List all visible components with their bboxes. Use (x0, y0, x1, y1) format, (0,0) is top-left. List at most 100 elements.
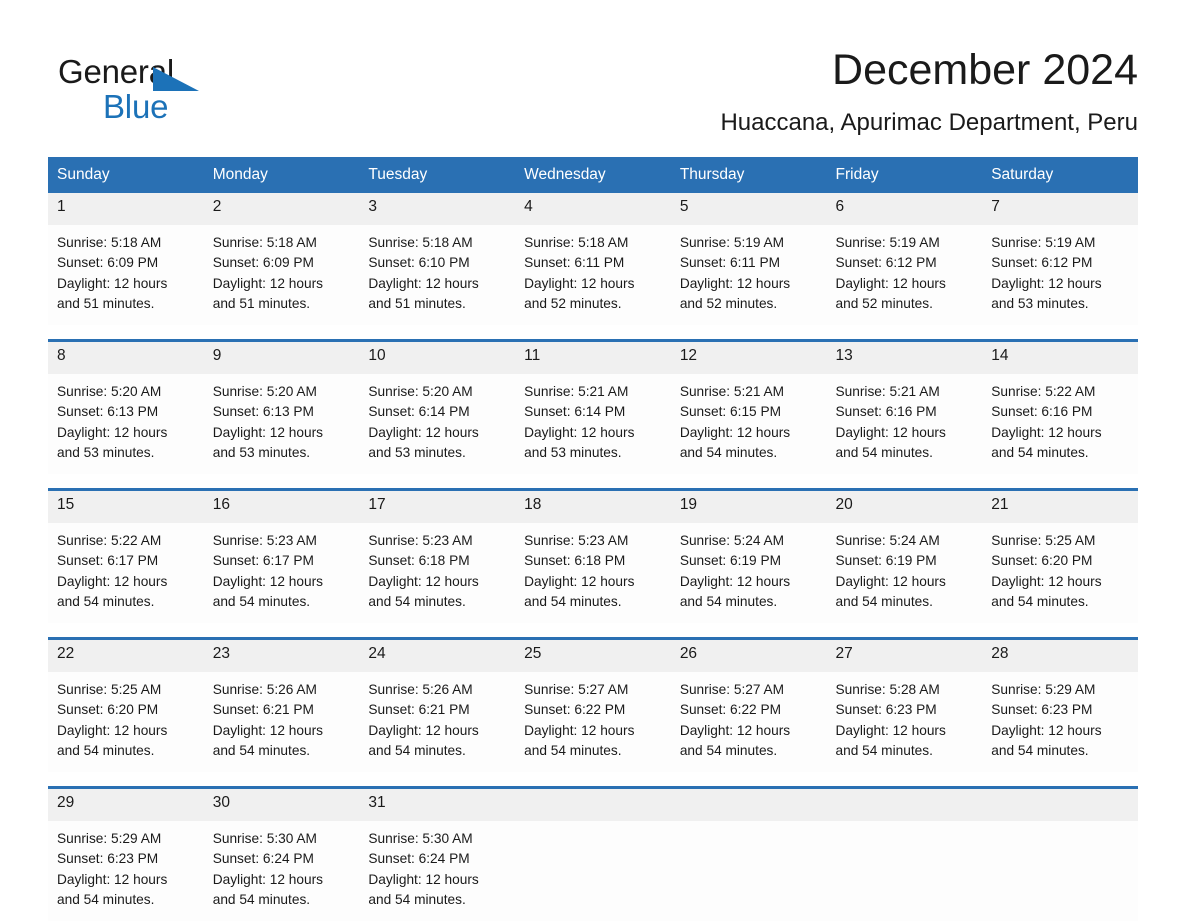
day-number-cell[interactable]: 5 (670, 193, 827, 225)
day-number-cell[interactable]: 24 (359, 640, 516, 672)
day-number-cell[interactable]: 15 (48, 491, 204, 523)
day-info-cell[interactable]: Sunrise: 5:24 AM Sunset: 6:19 PM Daylight:… (826, 523, 983, 623)
day-number-cell[interactable]: 26 (670, 640, 827, 672)
day-sunset-text: Sunset: 6:23 PM (835, 702, 937, 718)
day-info-cell[interactable]: Sunrise: 5:20 AM Sunset: 6:13 PM Daylight:… (48, 374, 204, 474)
day-number-cell[interactable]: 8 (48, 342, 204, 374)
day-info-cell[interactable]: Sunrise: 5:20 AM Sunset: 6:13 PM Daylight:… (203, 374, 360, 474)
day-info-cell[interactable]: Sunrise: 5:28 AM Sunset: 6:23 PM Daylight:… (826, 672, 983, 772)
day-info-cell[interactable]: Sunrise: 5:18 AM Sunset: 6:11 PM Daylight:… (515, 225, 671, 325)
day-daylight-text: and 54 minutes. (368, 742, 466, 758)
day-daylight-text: Daylight: 12 hours (368, 722, 479, 738)
day-sunrise-text: Sunrise: 5:22 AM (57, 533, 162, 548)
day-info-cell[interactable]: Sunrise: 5:19 AM Sunset: 6:12 PM Daylight:… (826, 225, 983, 325)
day-number-cell[interactable]: 6 (826, 193, 983, 225)
day-number-cell[interactable]: 4 (515, 193, 671, 225)
day-number-cell[interactable]: 28 (982, 640, 1138, 672)
day-daylight-text: and 54 minutes. (991, 444, 1089, 460)
day-info-cell[interactable]: Sunrise: 5:23 AM Sunset: 6:17 PM Daylight:… (203, 523, 360, 623)
day-number-cell[interactable]: 2 (203, 193, 360, 225)
day-daylight-text: and 54 minutes. (679, 742, 778, 758)
day-daylight-text: Daylight: 12 hours (524, 722, 635, 738)
day-daylight-text: and 53 minutes. (991, 295, 1089, 311)
weekday-header-thursday: Thursday (670, 157, 827, 193)
day-daylight-text: and 54 minutes. (57, 891, 155, 907)
day-number-cell[interactable]: 20 (826, 491, 983, 523)
day-sunrise-text: Sunrise: 5:24 AM (835, 533, 940, 548)
day-info-cell[interactable]: Sunrise: 5:19 AM Sunset: 6:12 PM Daylight:… (982, 225, 1138, 325)
day-number-cell[interactable]: 27 (826, 640, 983, 672)
day-number-cell[interactable]: 25 (515, 640, 671, 672)
day-sunset-text: Sunset: 6:22 PM (679, 702, 782, 718)
calendar-table: Sunday Monday Tuesday Wednesday Thursday… (48, 157, 1138, 921)
day-info-cell[interactable]: Sunrise: 5:18 AM Sunset: 6:09 PM Daylight:… (203, 225, 360, 325)
day-info-cell[interactable]: Sunrise: 5:21 AM Sunset: 6:16 PM Daylight:… (826, 374, 983, 474)
day-number-cell[interactable]: 16 (203, 491, 360, 523)
day-sunset-text: Sunset: 6:18 PM (524, 553, 626, 569)
day-sunset-text: Sunset: 6:24 PM (212, 851, 314, 867)
day-number-cell[interactable]: 22 (48, 640, 204, 672)
table-row: 22 23 24 25 26 27 28 (48, 640, 1138, 672)
day-daylight-text: and 54 minutes. (524, 742, 622, 758)
day-info-cell[interactable]: Sunrise: 5:21 AM Sunset: 6:15 PM Daylight:… (670, 374, 827, 474)
general-blue-logo: General Blue (58, 54, 268, 130)
day-info-cell[interactable]: Sunrise: 5:23 AM Sunset: 6:18 PM Daylight:… (359, 523, 516, 623)
page-title: December 2024 (832, 46, 1138, 94)
day-info-cell[interactable]: Sunrise: 5:24 AM Sunset: 6:19 PM Daylight:… (670, 523, 827, 623)
week-gap (48, 623, 1138, 637)
day-number-cell[interactable]: 23 (203, 640, 360, 672)
day-info-cell[interactable]: Sunrise: 5:25 AM Sunset: 6:20 PM Daylight:… (982, 523, 1138, 623)
day-number-cell[interactable]: 11 (515, 342, 671, 374)
day-info-cell[interactable]: Sunrise: 5:26 AM Sunset: 6:21 PM Daylight:… (203, 672, 360, 772)
day-info-cell[interactable]: Sunrise: 5:29 AM Sunset: 6:23 PM Daylight:… (48, 821, 204, 921)
day-info-cell[interactable]: Sunrise: 5:18 AM Sunset: 6:10 PM Daylight:… (359, 225, 516, 325)
day-sunrise-text: Sunrise: 5:26 AM (212, 682, 317, 697)
day-info-cell[interactable]: Sunrise: 5:21 AM Sunset: 6:14 PM Daylight:… (515, 374, 671, 474)
day-number-cell[interactable]: 1 (48, 193, 204, 225)
day-number-cell[interactable]: 10 (359, 342, 516, 374)
day-info-cell-empty (982, 821, 1138, 921)
day-daylight-text: Daylight: 12 hours (212, 871, 324, 887)
day-number-cell[interactable]: 29 (48, 789, 204, 821)
day-info-cell[interactable]: Sunrise: 5:27 AM Sunset: 6:22 PM Daylight:… (515, 672, 671, 772)
day-number-cell[interactable]: 9 (203, 342, 360, 374)
day-daylight-text: and 54 minutes. (212, 742, 311, 758)
day-info-cell[interactable]: Sunrise: 5:25 AM Sunset: 6:20 PM Daylight:… (48, 672, 204, 772)
day-number-cell[interactable]: 7 (982, 193, 1138, 225)
day-number-cell[interactable]: 31 (359, 789, 516, 821)
day-number-cell[interactable]: 17 (359, 491, 516, 523)
day-info-cell[interactable]: Sunrise: 5:20 AM Sunset: 6:14 PM Daylight:… (359, 374, 516, 474)
day-info-cell[interactable]: Sunrise: 5:19 AM Sunset: 6:11 PM Daylight:… (670, 225, 827, 325)
day-sunset-text: Sunset: 6:13 PM (57, 404, 159, 420)
day-info-cell[interactable]: Sunrise: 5:18 AM Sunset: 6:09 PM Daylight:… (48, 225, 204, 325)
day-number-cell[interactable]: 3 (359, 193, 516, 225)
day-info-cell[interactable]: Sunrise: 5:30 AM Sunset: 6:24 PM Daylight:… (359, 821, 516, 921)
day-number-cell[interactable]: 12 (670, 342, 827, 374)
day-sunrise-text: Sunrise: 5:27 AM (679, 682, 785, 697)
day-daylight-text: Daylight: 12 hours (679, 722, 791, 738)
day-sunrise-text: Sunrise: 5:30 AM (368, 831, 473, 846)
week-gap (48, 772, 1138, 786)
day-daylight-text: and 54 minutes. (368, 891, 466, 907)
day-sunrise-text: Sunrise: 5:21 AM (835, 384, 940, 399)
day-info-cell[interactable]: Sunrise: 5:30 AM Sunset: 6:24 PM Daylight:… (203, 821, 360, 921)
day-daylight-text: and 54 minutes. (524, 593, 622, 609)
day-number-cell[interactable]: 18 (515, 491, 671, 523)
day-info-cell[interactable]: Sunrise: 5:27 AM Sunset: 6:22 PM Daylight:… (670, 672, 827, 772)
day-daylight-text: Daylight: 12 hours (679, 573, 791, 589)
day-info-cell[interactable]: Sunrise: 5:29 AM Sunset: 6:23 PM Daylight:… (982, 672, 1138, 772)
day-daylight-text: and 52 minutes. (679, 295, 778, 311)
day-daylight-text: and 53 minutes. (368, 444, 466, 460)
day-number-cell[interactable]: 19 (670, 491, 827, 523)
day-daylight-text: Daylight: 12 hours (991, 275, 1102, 291)
day-number-cell[interactable]: 30 (203, 789, 360, 821)
day-info-cell[interactable]: Sunrise: 5:23 AM Sunset: 6:18 PM Daylight:… (515, 523, 671, 623)
table-row: 8 9 10 11 12 13 14 (48, 342, 1138, 374)
day-number-cell[interactable]: 14 (982, 342, 1138, 374)
day-info-cell[interactable]: Sunrise: 5:26 AM Sunset: 6:21 PM Daylight:… (359, 672, 516, 772)
day-info-cell[interactable]: Sunrise: 5:22 AM Sunset: 6:17 PM Daylight:… (48, 523, 204, 623)
day-info-cell[interactable]: Sunrise: 5:22 AM Sunset: 6:16 PM Daylight:… (982, 374, 1138, 474)
day-sunrise-text: Sunrise: 5:20 AM (368, 384, 473, 399)
day-number-cell[interactable]: 13 (826, 342, 983, 374)
day-number-cell[interactable]: 21 (982, 491, 1138, 523)
